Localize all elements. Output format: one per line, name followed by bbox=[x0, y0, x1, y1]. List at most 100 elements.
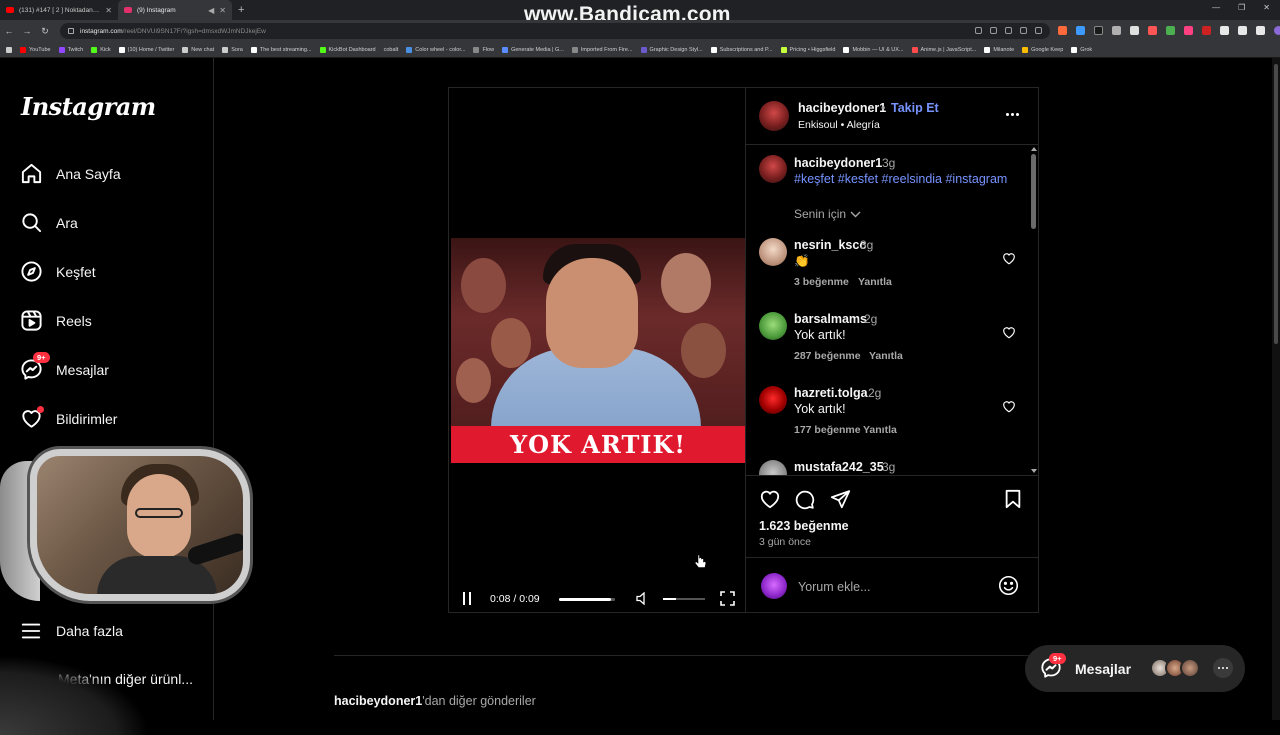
site-info-icon[interactable] bbox=[68, 28, 74, 34]
extension-icon[interactable] bbox=[1130, 26, 1139, 35]
extension-icon[interactable] bbox=[1220, 26, 1229, 35]
reply-button[interactable]: Yanıtla bbox=[863, 424, 897, 436]
zoom-icon[interactable] bbox=[1005, 27, 1012, 34]
post-likes-count[interactable]: 1.623 beğenme bbox=[759, 519, 849, 533]
comment-icon[interactable] bbox=[794, 489, 815, 510]
extension-icon[interactable] bbox=[1094, 26, 1103, 35]
video-progress-bar[interactable] bbox=[559, 598, 615, 601]
like-comment-icon[interactable] bbox=[1002, 400, 1016, 413]
share-icon[interactable] bbox=[830, 489, 851, 509]
audio-info[interactable]: Enkisoul • Alegría bbox=[798, 119, 880, 131]
bookmark-item[interactable]: Graphic Design Styl... bbox=[640, 46, 703, 53]
avatar[interactable] bbox=[759, 238, 787, 266]
bookmark-item[interactable]: cobalt bbox=[384, 47, 399, 53]
comments-scrollbar[interactable] bbox=[1030, 145, 1038, 475]
like-comment-icon[interactable] bbox=[1002, 326, 1016, 339]
save-bookmark-icon[interactable] bbox=[1004, 489, 1022, 509]
comment-author[interactable]: mustafa242_35 bbox=[794, 460, 884, 474]
reel-video[interactable]: YOK ARTIK! 0:08 / 0:09 bbox=[449, 88, 745, 612]
bookmark-item[interactable]: Sora bbox=[222, 46, 243, 53]
profile-avatar[interactable] bbox=[1274, 26, 1280, 35]
comment-likes[interactable]: 3 beğenme bbox=[794, 276, 849, 288]
comment-author[interactable]: hazreti.tolga bbox=[794, 386, 868, 400]
bookmark-item[interactable]: Anime.js | JavaScript... bbox=[911, 46, 976, 53]
follow-button[interactable]: Takip Et bbox=[891, 101, 939, 115]
sidebar-item-explore[interactable]: Keşfet bbox=[20, 260, 96, 283]
messages-floating-button[interactable]: 9+ Mesajlar bbox=[1025, 645, 1245, 692]
like-icon[interactable] bbox=[759, 489, 781, 509]
bookmark-item[interactable]: Twitch bbox=[58, 46, 83, 53]
more-options-icon[interactable] bbox=[1006, 113, 1019, 116]
reload-icon[interactable]: ↻ bbox=[36, 26, 54, 37]
pause-icon[interactable] bbox=[462, 592, 472, 605]
close-tab-icon[interactable]: ✕ bbox=[105, 6, 112, 15]
scrollbar-thumb[interactable] bbox=[1031, 154, 1036, 229]
instagram-logo[interactable]: Instagram bbox=[21, 92, 156, 121]
close-window-icon[interactable]: ✕ bbox=[1263, 3, 1270, 12]
extension-icon[interactable] bbox=[1202, 26, 1211, 35]
comment-sort-dropdown[interactable]: Senin için bbox=[794, 207, 861, 221]
sidebar-item-more[interactable]: Daha fazla bbox=[20, 620, 123, 642]
avatar[interactable] bbox=[759, 155, 787, 183]
extension-icon[interactable] bbox=[1184, 26, 1193, 35]
caption-hashtags[interactable]: #keşfet #kesfet #reelsindia #instagram bbox=[794, 172, 1007, 186]
bookmark-item[interactable]: Subscriptions and P... bbox=[710, 46, 773, 53]
forward-icon[interactable]: → bbox=[18, 26, 36, 36]
volume-icon[interactable] bbox=[636, 592, 648, 605]
comment-author[interactable]: nesrin_kscc bbox=[794, 238, 866, 252]
avatar[interactable] bbox=[759, 460, 787, 475]
bookmark-item[interactable]: Pricing • Higgsfield bbox=[780, 46, 835, 53]
bookmark-item[interactable]: New chat bbox=[182, 46, 214, 53]
bookmark-item[interactable]: Imported From Fire... bbox=[571, 46, 633, 53]
emoji-icon[interactable] bbox=[998, 575, 1019, 596]
download-icon[interactable] bbox=[1238, 26, 1247, 35]
bookmark-item[interactable]: Flow bbox=[473, 46, 494, 53]
bookmark-item[interactable]: KickBot Dashboard bbox=[319, 46, 376, 53]
bookmark-item[interactable]: Mobbin — UI & UX... bbox=[843, 46, 904, 53]
page-scrollbar[interactable] bbox=[1272, 58, 1280, 720]
bookmark-item[interactable]: Google Keep bbox=[1022, 46, 1063, 53]
fullscreen-icon[interactable] bbox=[720, 591, 735, 606]
avatar[interactable] bbox=[759, 312, 787, 340]
sidebar-item-messages[interactable]: 9+ Mesajlar bbox=[20, 352, 109, 381]
extension-icon[interactable] bbox=[1166, 26, 1175, 35]
browser-tab-youtube[interactable]: (131) #147 [ 2 ] Noktadan Nokt ✕ bbox=[0, 0, 118, 20]
bookmark-star-icon[interactable] bbox=[1035, 27, 1042, 34]
share-icon[interactable] bbox=[1020, 27, 1027, 34]
sidebar-item-home[interactable]: Ana Sayfa bbox=[20, 162, 121, 185]
scroll-up-arrow-icon[interactable] bbox=[1031, 147, 1037, 151]
avatar[interactable] bbox=[759, 386, 787, 414]
scrollbar-thumb[interactable] bbox=[1274, 64, 1278, 344]
bookmark-item[interactable]: YouTube bbox=[20, 46, 51, 53]
reply-button[interactable]: Yanıtla bbox=[858, 276, 892, 288]
comment-likes[interactable]: 177 beğenme bbox=[794, 424, 861, 436]
comment-likes[interactable]: 287 beğenme bbox=[794, 350, 861, 362]
post-author[interactable]: hacibeydoner1 bbox=[798, 101, 886, 115]
back-icon[interactable]: ← bbox=[0, 26, 18, 36]
sidebar-item-reels[interactable]: Reels bbox=[20, 309, 92, 332]
more-posts-username[interactable]: hacibeydoner1 bbox=[334, 694, 422, 708]
comment-input[interactable]: Yorum ekle... bbox=[798, 580, 871, 594]
like-comment-icon[interactable] bbox=[1002, 252, 1016, 265]
close-tab-icon[interactable]: ✕ bbox=[219, 6, 226, 15]
sidebar-item-notifications[interactable]: Bildirimler bbox=[20, 406, 117, 430]
bookmark-item[interactable]: Color wheel - color... bbox=[406, 46, 465, 53]
extension-icon[interactable] bbox=[1058, 26, 1067, 35]
comment-author[interactable]: barsalmams bbox=[794, 312, 867, 326]
extension-icon[interactable] bbox=[1076, 26, 1085, 35]
translate-icon[interactable] bbox=[990, 27, 997, 34]
caption-author[interactable]: hacibeydoner1 bbox=[794, 156, 882, 170]
address-bar[interactable]: instagram.com/reel/DNVUi9SN17F/?igsh=dms… bbox=[60, 23, 1050, 39]
speaker-icon[interactable]: ◀ bbox=[208, 6, 214, 15]
new-tab-button[interactable]: + bbox=[232, 4, 250, 16]
sidebar-item-search[interactable]: Ara bbox=[20, 211, 78, 234]
volume-slider[interactable] bbox=[663, 598, 705, 600]
reply-button[interactable]: Yanıtla bbox=[869, 350, 903, 362]
bookmark-item[interactable]: Milanote bbox=[984, 46, 1014, 53]
restore-icon[interactable]: ❐ bbox=[1238, 3, 1245, 12]
apps-icon[interactable] bbox=[6, 46, 12, 53]
minimize-icon[interactable]: — bbox=[1212, 3, 1220, 12]
extension-icon[interactable] bbox=[1112, 26, 1121, 35]
install-app-icon[interactable] bbox=[975, 27, 982, 34]
extension-icon[interactable] bbox=[1148, 26, 1157, 35]
